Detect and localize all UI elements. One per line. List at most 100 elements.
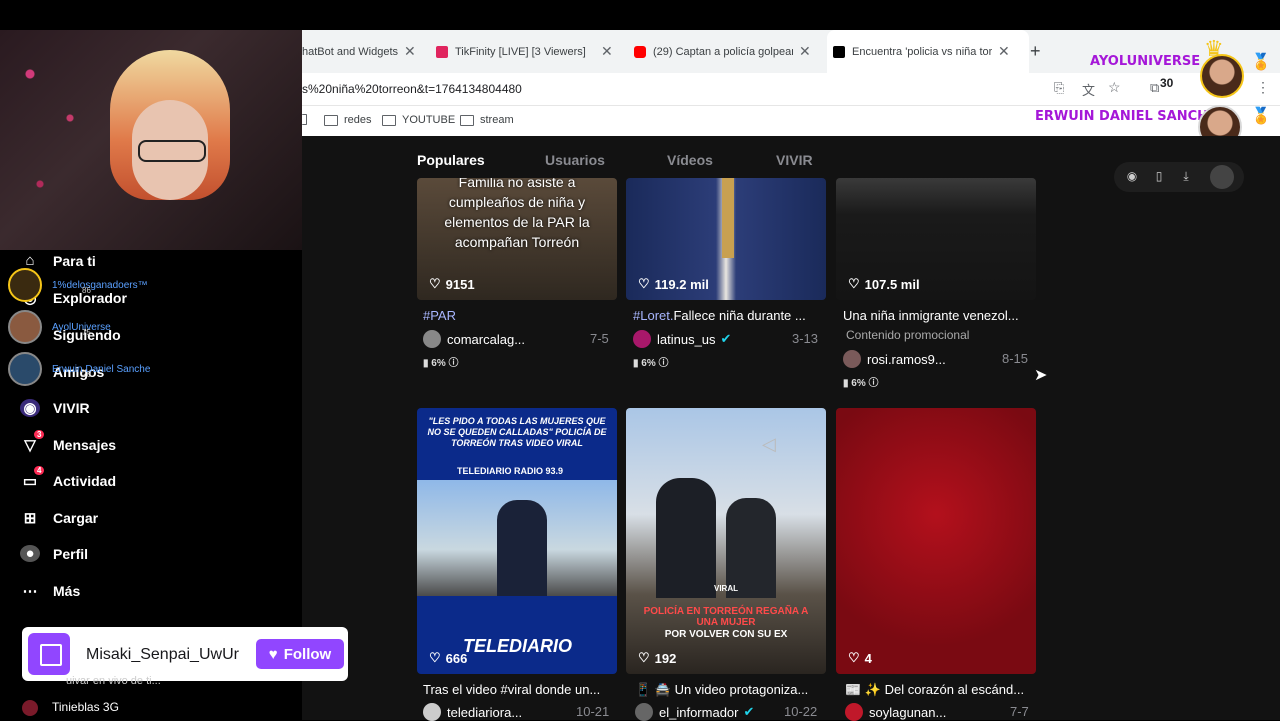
notification-badge: 3 — [34, 430, 45, 439]
medal-icon: 🏅 — [1251, 108, 1271, 125]
tikfinity-icon — [436, 45, 448, 58]
heart-icon: ♡ — [848, 650, 860, 665]
nav-item-para-ti[interactable]: ⌂ Para ti — [20, 252, 95, 269]
install-icon[interactable]: ⎘ — [1054, 80, 1064, 96]
video-card[interactable]: ♡ 4 — [836, 408, 1036, 674]
nav-item-cargar[interactable]: ⊞ Cargar — [20, 509, 98, 527]
video-overlay-text: "LES PIDO A TODAS LAS MUJERES QUE NO SE … — [427, 416, 607, 448]
officer-shape — [726, 498, 776, 598]
bookmark-item[interactable] — [302, 114, 313, 125]
url-text: s%20niña%20torreon&t=1764134804480 — [302, 82, 522, 96]
nav-item-actividad[interactable]: ▭ 4 Actividad — [20, 466, 116, 490]
download-icon[interactable]: ⤓ — [1178, 169, 1194, 185]
heart-icon: ♡ — [429, 650, 441, 665]
leaderboard-score: 26 — [82, 370, 91, 379]
browser-tab[interactable]: TikFinity [LIVE] [3 Viewers] ✕ — [436, 30, 624, 73]
folder-icon — [460, 114, 474, 126]
avatar — [8, 268, 42, 302]
video-caption[interactable]: #PAR — [423, 308, 613, 323]
video-caption[interactable]: Una niña inmigrante venezol... — [843, 308, 1038, 323]
medal-icon: 🏅 — [1251, 54, 1271, 71]
mouse-cursor-icon: ➤ — [1034, 367, 1048, 384]
nav-item-mas[interactable]: ⋯ Más — [20, 582, 81, 600]
video-card[interactable]: ♡ 107.5 mil — [836, 178, 1036, 300]
avatar — [423, 330, 441, 348]
upload-icon: ⊞ — [23, 510, 37, 527]
avatar — [1200, 54, 1244, 98]
browser-tab[interactable]: hatBot and Widgets · ✕ — [302, 30, 430, 73]
tab-vivir[interactable]: VIVIR — [776, 152, 813, 168]
tab-populares[interactable]: Populares — [417, 152, 485, 168]
video-card[interactable]: ♡ 119.2 mil — [626, 178, 826, 300]
tiktok-icon — [833, 45, 845, 58]
globe-icon[interactable] — [1210, 165, 1234, 189]
video-card[interactable]: ◁ VIRAL POLICÍA EN TORREÓN REGAÑA A UNA … — [626, 408, 826, 674]
bookmark-folder[interactable]: YOUTUBE — [382, 114, 455, 126]
video-caption[interactable]: #Loret.Fallece niña durante ... — [633, 308, 823, 323]
video-date: 7-5 — [590, 331, 609, 346]
overlay-top-user: AYOLUNIVERSE — [1090, 54, 1201, 69]
leaderboard-entry: AyolUniverse — [8, 310, 111, 344]
video-overlay-text: POR VOLVER CON SU EX — [664, 629, 788, 640]
channel-name[interactable]: Tinieblas 3G — [52, 700, 119, 714]
browser-tab-active[interactable]: Encuentra 'policia vs niña torre ✕ — [827, 30, 1029, 73]
video-author[interactable]: latinus_us ✔ — [633, 330, 731, 348]
bookmark-folder[interactable]: stream — [460, 114, 514, 126]
close-icon[interactable]: ✕ — [998, 43, 1010, 60]
translate-icon[interactable]: 文 — [1082, 80, 1095, 99]
nav-item-perfil[interactable]: ● Perfil — [20, 545, 88, 562]
video-stat: ▮ 6% ⓘ — [843, 378, 879, 389]
tie-shape — [722, 178, 734, 258]
tab-videos[interactable]: Vídeos — [667, 152, 713, 168]
tiktok-icon[interactable]: ◉ — [1124, 169, 1140, 185]
video-card[interactable]: Familia no asiste a cumpleaños de niña y… — [417, 178, 617, 300]
video-stat: ▮ 6% ⓘ — [633, 358, 669, 369]
star-icon[interactable]: ☆ — [1108, 79, 1121, 96]
new-tab-button[interactable]: + — [1030, 30, 1041, 73]
more-icon: ⋯ — [22, 583, 38, 600]
extension-toolbar: ◉ ▯ ⤓ — [1114, 162, 1244, 192]
video-author[interactable]: telediariora... — [423, 703, 522, 721]
live-notice: uivar en vivo de ti... — [66, 675, 161, 687]
address-bar[interactable]: s%20niña%20torreon&t=1764134804480 ⎘ 文 ☆… — [302, 73, 1280, 105]
phone-icon[interactable]: ▯ — [1151, 169, 1167, 185]
message-icon: ▽ 3 — [20, 430, 45, 454]
video-author[interactable]: soylagunan... — [845, 703, 946, 721]
search-tabs: Populares Usuarios Vídeos VIVIR — [417, 136, 1057, 178]
promo-label: Contenido promocional — [846, 328, 970, 342]
browser-tab[interactable]: (29) Captan a policía golpeando✕ — [634, 30, 822, 73]
avatar — [8, 352, 42, 386]
close-icon[interactable]: ✕ — [601, 43, 613, 60]
like-count: ♡ 9151 — [429, 276, 475, 292]
menu-icon[interactable]: ⋮ — [1256, 79, 1270, 96]
nav-item-mensajes[interactable]: ▽ 3 Mensajes — [20, 430, 116, 454]
video-date: 8-15 — [1002, 351, 1029, 366]
video-author[interactable]: comarcalag... — [423, 330, 525, 348]
like-count: ♡ 4 — [848, 650, 872, 666]
leaderboard-entry: 1%delosganadoers™ — [8, 268, 148, 302]
video-author[interactable]: el_informador ✔ — [635, 703, 754, 721]
video-date: 7-7 — [1010, 704, 1029, 719]
video-caption[interactable]: 📰 ✨ Del corazón al escánd... — [845, 682, 1040, 698]
avatar — [423, 703, 441, 721]
extensions-icon[interactable]: ⧉ — [1150, 80, 1159, 96]
leaderboard-score: 86 — [82, 286, 91, 295]
tab-usuarios[interactable]: Usuarios — [545, 152, 605, 168]
close-icon[interactable]: ✕ — [799, 43, 811, 60]
video-overlay-text: POLICÍA EN TORREÓN REGAÑA A UNA MUJER — [643, 606, 809, 628]
points-count: 30 — [1160, 76, 1174, 90]
avatar — [845, 703, 863, 721]
video-caption[interactable]: Tras el video #viral donde un... — [423, 682, 613, 697]
video-card[interactable]: "LES PIDO A TODAS LAS MUJERES QUE NO SE … — [417, 408, 617, 674]
officer-shape — [656, 478, 716, 598]
nav-item-vivir[interactable]: ◉ VIVIR — [20, 399, 90, 417]
follow-button[interactable]: ♥ Follow — [256, 639, 344, 669]
video-caption[interactable]: 📱 🚔 Un video protagoniza... — [635, 682, 827, 698]
mute-icon[interactable]: ◁ — [762, 434, 776, 455]
video-stat: ▮ 6% ⓘ — [423, 358, 459, 369]
avatar — [22, 700, 38, 716]
video-author[interactable]: rosi.ramos9... — [843, 350, 946, 368]
bookmark-folder[interactable]: redes — [324, 114, 372, 126]
close-icon[interactable]: ✕ — [404, 43, 416, 60]
like-count: ♡ 666 — [429, 650, 468, 666]
